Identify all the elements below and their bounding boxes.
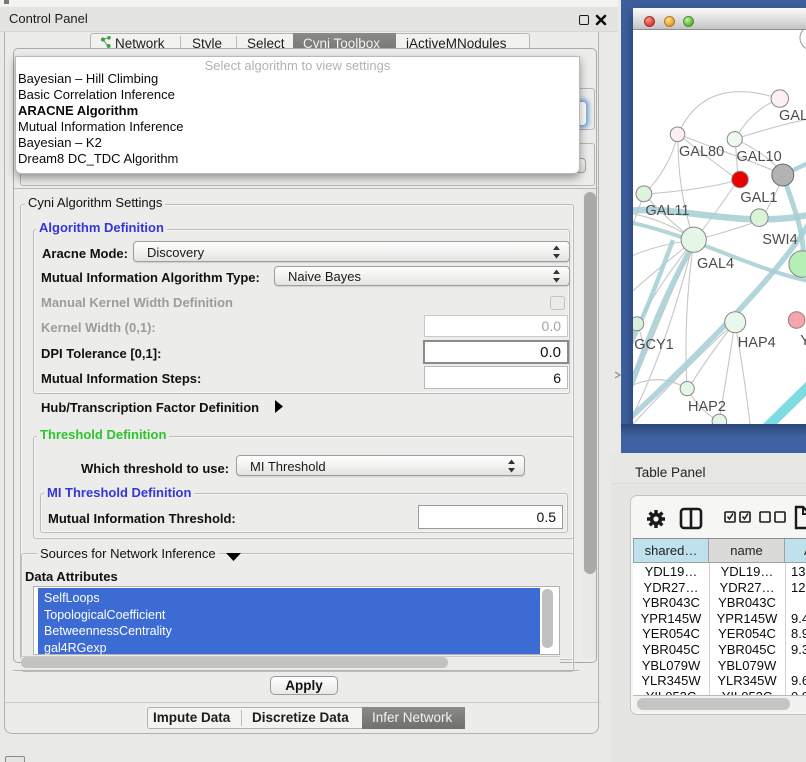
- svg-text:SWI4: SWI4: [762, 232, 797, 248]
- svg-text:GAL11: GAL11: [645, 203, 689, 219]
- svg-text:HAP2: HAP2: [688, 399, 726, 415]
- svg-text:GAL4: GAL4: [697, 256, 734, 272]
- svg-text:HAP4: HAP4: [738, 335, 776, 351]
- svg-text:GAL7: GAL7: [779, 108, 806, 124]
- svg-text:GAL10: GAL10: [737, 149, 782, 165]
- svg-text:Y: Y: [800, 333, 806, 349]
- svg-text:GAL1: GAL1: [740, 190, 777, 206]
- svg-text:GAL80: GAL80: [679, 144, 724, 160]
- svg-text:GCY1: GCY1: [634, 337, 674, 353]
